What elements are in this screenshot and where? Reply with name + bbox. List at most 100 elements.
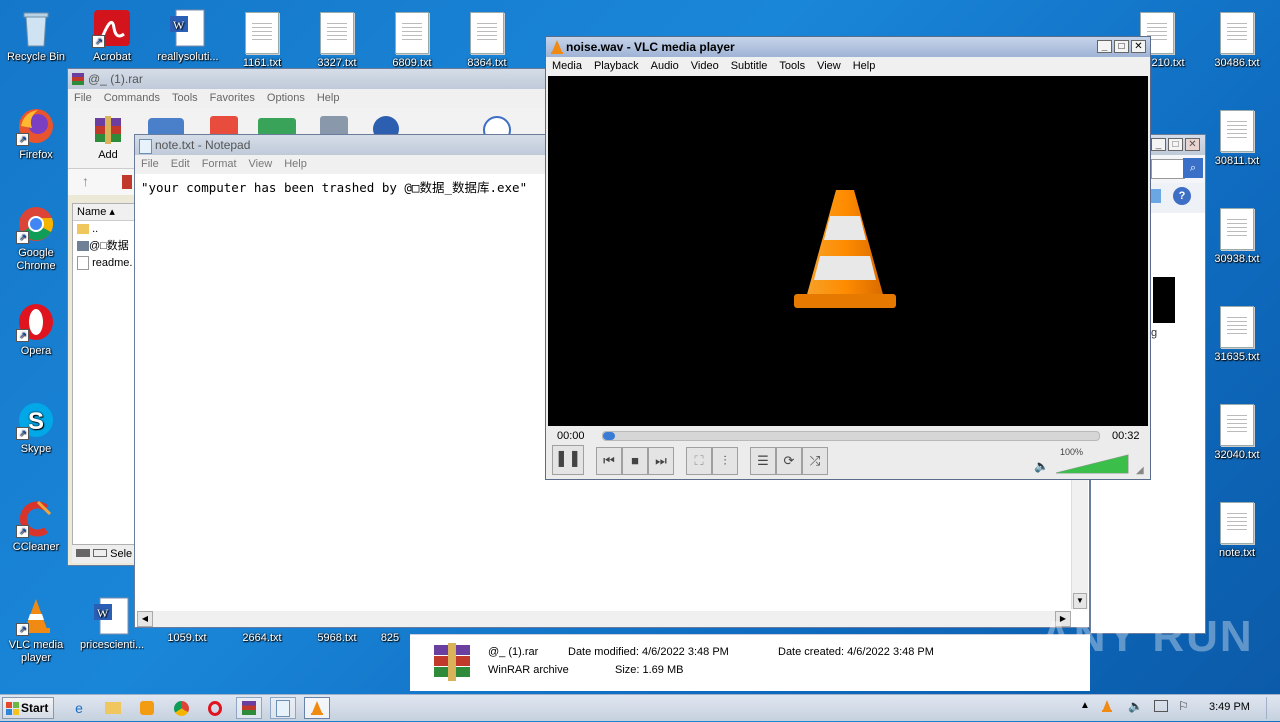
desktop-icon-chrome[interactable]: ↗ Google Chrome — [4, 204, 68, 273]
taskbar-winrar[interactable] — [236, 697, 262, 719]
desktop-icon-reallysoluti[interactable]: W reallysoluti... — [156, 8, 220, 64]
desktop-file-31635[interactable]: 31635.txt — [1205, 306, 1269, 364]
vlc-menu-subtitle[interactable]: Subtitle — [725, 57, 774, 76]
column-header-name[interactable]: Name ▴ — [73, 204, 135, 221]
desktop-file-6809[interactable]: 6809.txt — [380, 12, 444, 70]
winrar-titlebar[interactable]: @_ (1).rar — [68, 69, 546, 89]
fullscreen-button[interactable]: ⛶ — [686, 447, 712, 475]
skip-forward-icon: ⏭ — [655, 453, 667, 468]
desktop-icon-opera[interactable]: ↗ Opera — [4, 302, 68, 358]
tray-network-icon[interactable] — [1154, 700, 1168, 712]
desktop-file-5968[interactable]: 5968.txt — [305, 632, 369, 645]
opera-icon: ↗ — [16, 302, 56, 342]
desktop-file-1161[interactable]: 1161.txt — [230, 12, 294, 70]
pause-button[interactable]: ❚❚ — [552, 445, 584, 475]
table-row[interactable]: @□数据 — [73, 238, 135, 255]
vlc-titlebar[interactable]: noise.wav - VLC media player _ □ ✕ — [546, 37, 1150, 57]
vlc-menu-media[interactable]: Media — [546, 57, 588, 76]
taskbar-opera[interactable] — [202, 697, 228, 719]
notepad-menu-help[interactable]: Help — [278, 155, 313, 174]
desktop-icon-firefox[interactable]: ↗ Firefox — [4, 106, 68, 162]
search-input[interactable] — [1151, 159, 1185, 179]
winrar-file-list[interactable]: Name ▴ .. @□数据 readme. — [72, 203, 136, 545]
close-button[interactable]: ✕ — [1185, 138, 1200, 151]
taskbar-notepad[interactable] — [270, 697, 296, 719]
scroll-down-arrow-icon[interactable]: ▼ — [1073, 593, 1087, 609]
volume-slider[interactable]: 100% — [1055, 447, 1130, 475]
taskbar-media-player[interactable] — [134, 697, 160, 719]
tray-vlc-icon[interactable] — [1100, 699, 1114, 716]
tray-flag-icon[interactable]: ⚐ — [1178, 699, 1189, 713]
desktop-file-32040[interactable]: 32040.txt — [1205, 404, 1269, 462]
previous-button[interactable]: ⏮ — [596, 447, 622, 475]
desktop-file-8364[interactable]: 8364.txt — [455, 12, 519, 70]
desktop-file-2664[interactable]: 2664.txt — [230, 632, 294, 645]
start-button[interactable]: Start — [2, 697, 54, 719]
shuffle-button[interactable]: ⤮ — [802, 447, 828, 475]
vlc-menu-tools[interactable]: Tools — [773, 57, 811, 76]
vlc-seek-bar[interactable] — [602, 431, 1100, 441]
notepad-menu-view[interactable]: View — [243, 155, 279, 174]
chrome-icon: ↗ — [16, 204, 56, 244]
vlc-video-area[interactable] — [548, 76, 1148, 426]
desktop-file-30486[interactable]: 30486.txt — [1205, 12, 1269, 70]
skip-back-icon: ⏮ — [603, 453, 615, 468]
speaker-icon[interactable]: 🔈 — [1034, 459, 1049, 473]
details-size: Size: 1.69 MB — [615, 664, 684, 676]
desktop-icon-recycle-bin[interactable]: Recycle Bin — [4, 8, 68, 64]
notepad-menu-file[interactable]: File — [135, 155, 165, 174]
resize-grip-icon[interactable]: ◢ — [1136, 465, 1144, 476]
minimize-button[interactable]: _ — [1151, 138, 1166, 151]
winrar-menu-commands[interactable]: Commands — [98, 89, 166, 108]
tray-expand-icon[interactable]: ▲ — [1080, 700, 1090, 711]
taskbar-explorer[interactable] — [100, 697, 126, 719]
taskbar-vlc[interactable] — [304, 697, 330, 719]
winrar-menu-favorites[interactable]: Favorites — [204, 89, 261, 108]
loop-button[interactable]: ⟳ — [776, 447, 802, 475]
taskbar-chrome[interactable] — [168, 697, 194, 719]
desktop-icon-ccleaner[interactable]: ↗ CCleaner — [4, 498, 68, 554]
desktop-file-note[interactable]: note.txt — [1205, 502, 1269, 560]
show-desktop-button[interactable] — [1266, 697, 1279, 719]
maximize-button[interactable]: □ — [1114, 40, 1129, 53]
desktop-file-30811[interactable]: 30811.txt — [1205, 110, 1269, 168]
vlc-menu-help[interactable]: Help — [847, 57, 882, 76]
table-row[interactable]: .. — [73, 221, 135, 238]
winrar-menu-options[interactable]: Options — [261, 89, 311, 108]
vlc-menu-video[interactable]: Video — [685, 57, 725, 76]
winrar-menu-tools[interactable]: Tools — [166, 89, 204, 108]
desktop-file-30938[interactable]: 30938.txt — [1205, 208, 1269, 266]
extended-settings-button[interactable]: ⫶ — [712, 447, 738, 475]
desktop-icon-skype[interactable]: S ↗ Skype — [4, 400, 68, 456]
next-button[interactable]: ⏭ — [648, 447, 674, 475]
vlc-window[interactable]: noise.wav - VLC media player _ □ ✕ Media… — [545, 36, 1151, 480]
horizontal-scrollbar[interactable]: ◀ ▶ — [137, 611, 1071, 627]
stop-button[interactable]: ■ — [622, 447, 648, 475]
desktop-file-3327[interactable]: 3327.txt — [305, 12, 369, 70]
scroll-left-arrow-icon[interactable]: ◀ — [137, 611, 153, 627]
tray-volume-icon[interactable]: 🔈 — [1128, 699, 1143, 713]
help-icon[interactable]: ? — [1173, 187, 1191, 205]
winrar-menu-file[interactable]: File — [68, 89, 98, 108]
winrar-menu-help[interactable]: Help — [311, 89, 346, 108]
notepad-icon — [276, 700, 290, 717]
desktop-file-825[interactable]: 825 — [370, 632, 410, 645]
vlc-menu-audio[interactable]: Audio — [645, 57, 685, 76]
minimize-button[interactable]: _ — [1097, 40, 1112, 53]
desktop-file-1059[interactable]: 1059.txt — [155, 632, 219, 645]
add-button[interactable]: Add — [88, 116, 128, 161]
up-arrow-icon[interactable]: ↑ — [82, 173, 89, 189]
notepad-menu-format[interactable]: Format — [196, 155, 243, 174]
taskbar-ie[interactable]: e — [66, 697, 92, 719]
maximize-button[interactable]: □ — [1168, 138, 1183, 151]
search-icon[interactable]: ⌕ — [1183, 158, 1203, 178]
notepad-menu-edit[interactable]: Edit — [165, 155, 196, 174]
table-row[interactable]: readme. — [73, 255, 135, 272]
close-button[interactable]: ✕ — [1131, 40, 1146, 53]
vlc-menu-playback[interactable]: Playback — [588, 57, 645, 76]
clock[interactable]: 3:49 PM — [1209, 701, 1250, 713]
desktop-icon-acrobat[interactable]: ↗ Acrobat — [80, 8, 144, 64]
vlc-menu-view[interactable]: View — [811, 57, 847, 76]
playlist-button[interactable]: ☰ — [750, 447, 776, 475]
desktop-icon-vlc[interactable]: ↗ VLC media player — [4, 596, 68, 665]
